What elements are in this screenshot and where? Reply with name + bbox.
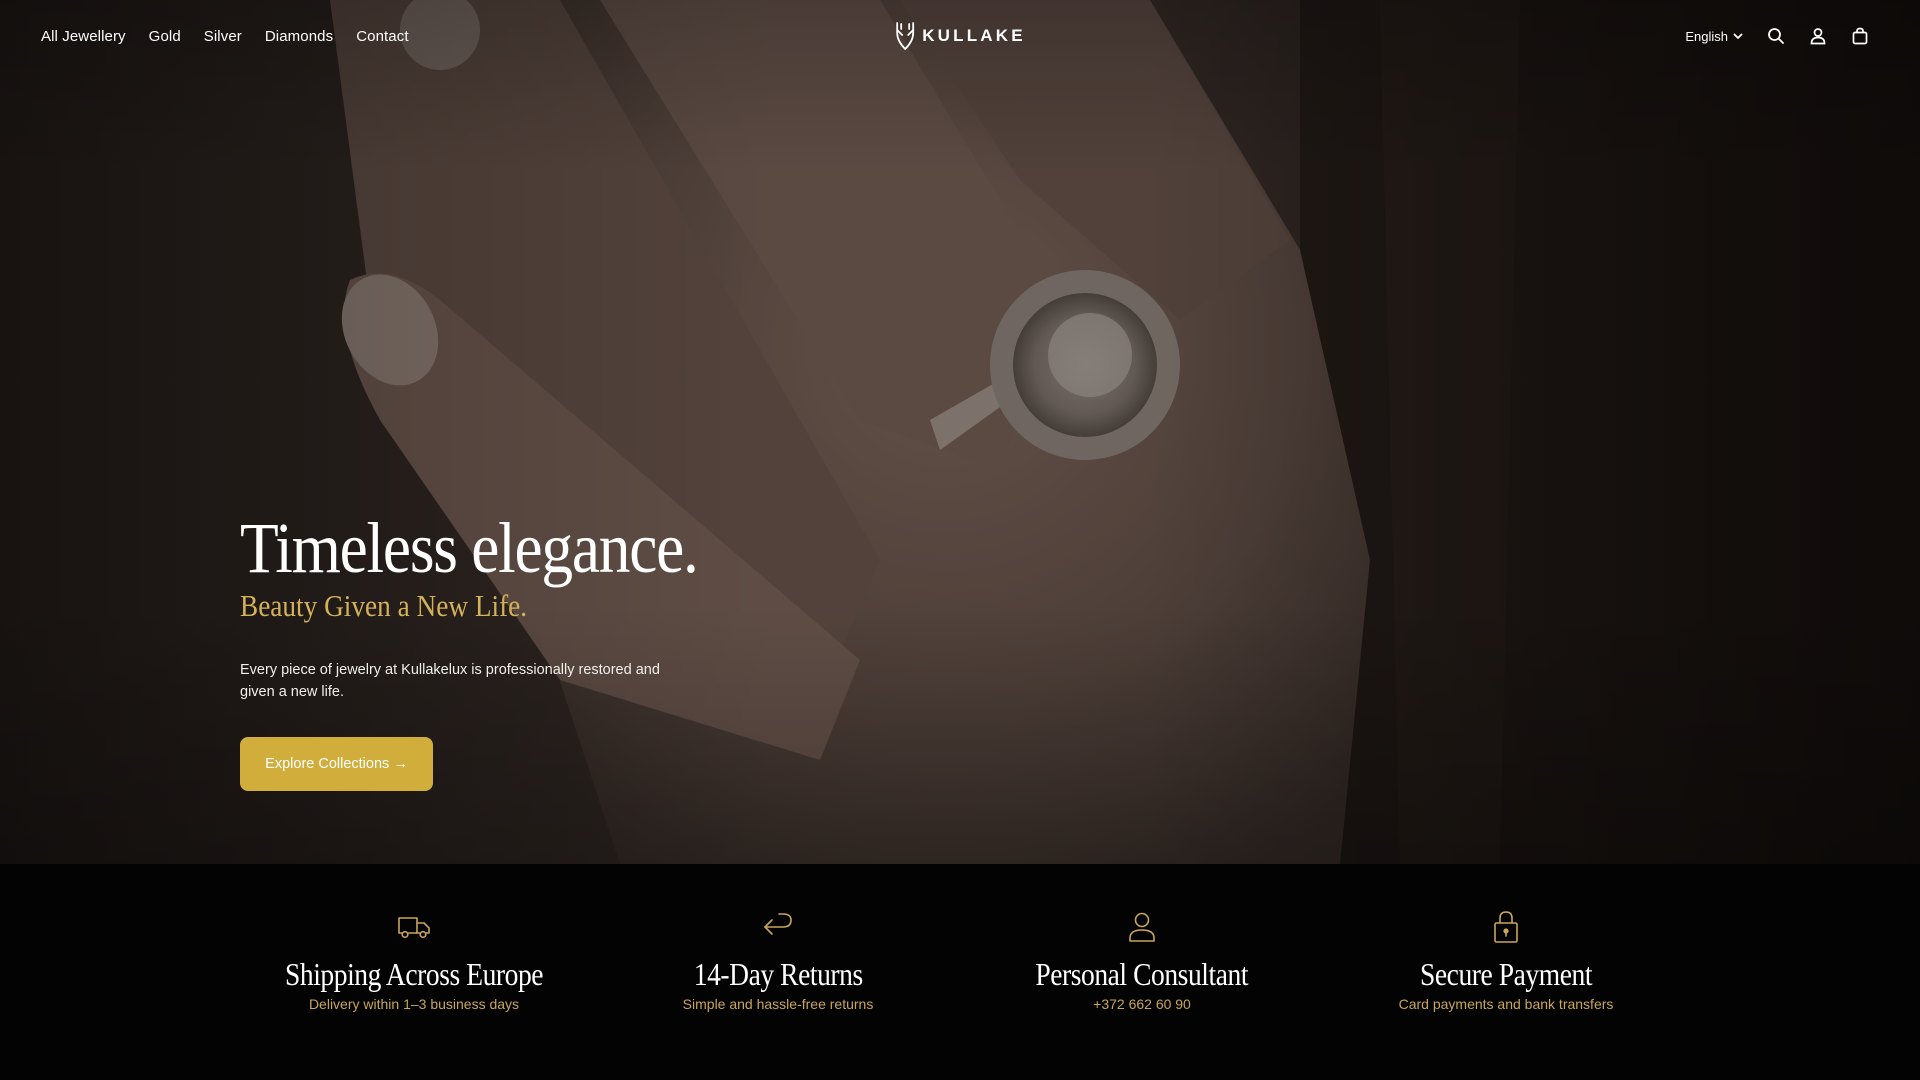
nav-link-silver[interactable]: Silver xyxy=(204,28,242,45)
feature-phone[interactable]: +372 662 60 90 xyxy=(1093,996,1191,1012)
hero-description: Every piece of jewelry at Kullakelux is … xyxy=(240,662,660,700)
chevron-down-icon xyxy=(1732,30,1744,42)
site-header: All Jewellery Gold Silver Diamonds Conta… xyxy=(0,0,1920,72)
feature-subtitle: Card payments and bank transfers xyxy=(1398,996,1614,1012)
nav-link-gold[interactable]: Gold xyxy=(149,28,181,45)
header-actions: English xyxy=(1685,26,1870,46)
feature-consultant: Personal Consultant +372 662 60 90 xyxy=(962,910,1322,1012)
feature-payment: Secure Payment Card payments and bank tr… xyxy=(1326,910,1686,1012)
main-nav: All Jewellery Gold Silver Diamonds Conta… xyxy=(41,28,409,45)
hero-section: Timeless elegance. Beauty Given a New Li… xyxy=(0,0,1920,864)
account-icon[interactable] xyxy=(1808,26,1828,46)
person-icon xyxy=(1125,910,1159,944)
nav-link-all-jewellery[interactable]: All Jewellery xyxy=(41,28,126,45)
feature-shipping: Shipping Across Europe Delivery within 1… xyxy=(234,910,594,1012)
hero-title: Timeless elegance. xyxy=(240,508,699,588)
return-arrow-icon xyxy=(761,910,795,944)
language-label: English xyxy=(1685,28,1728,44)
search-icon[interactable] xyxy=(1766,26,1786,46)
lock-icon xyxy=(1489,910,1523,944)
antler-icon xyxy=(894,21,916,51)
logo-text: KULLAKE xyxy=(922,26,1026,45)
features-bar: Shipping Across Europe Delivery within 1… xyxy=(0,864,1920,1080)
shopping-bag-icon[interactable] xyxy=(1850,26,1870,46)
hero-subtitle: Beauty Given a New Life. xyxy=(240,588,528,623)
feature-title: Shipping Across Europe xyxy=(284,956,544,992)
hero-content: Timeless elegance. Beauty Given a New Li… xyxy=(240,505,800,791)
site-logo[interactable]: KULLAKE xyxy=(894,21,1026,51)
feature-subtitle: Simple and hassle-free returns xyxy=(682,996,874,1012)
feature-title: 14-Day Returns xyxy=(693,956,863,992)
feature-title: Personal Consultant xyxy=(1035,956,1249,992)
feature-subtitle: Delivery within 1–3 business days xyxy=(308,996,520,1012)
truck-icon xyxy=(397,910,431,944)
nav-link-diamonds[interactable]: Diamonds xyxy=(265,28,333,45)
explore-collections-button[interactable]: Explore Collections → xyxy=(240,737,433,791)
nav-link-contact[interactable]: Contact xyxy=(356,28,408,45)
feature-returns: 14-Day Returns Simple and hassle-free re… xyxy=(598,910,958,1012)
language-selector[interactable]: English xyxy=(1685,29,1744,44)
feature-title: Secure Payment xyxy=(1419,956,1593,992)
